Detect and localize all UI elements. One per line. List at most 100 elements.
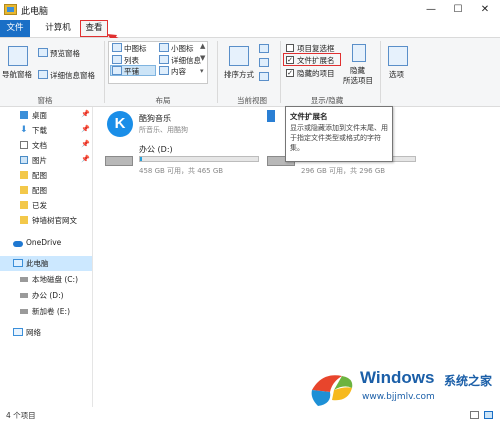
drive-d-free-space: 458 GB 可用，共 465 GB [139,167,224,175]
window-title: 此电脑 [21,7,49,17]
computer-icon [13,259,23,267]
nav-item-onedrive[interactable]: OneDrive [0,236,92,251]
pin-icon: 📌 [81,110,90,118]
minimize-button[interactable]: — [420,2,442,17]
layout-small-icons[interactable]: 小图标 [171,43,194,54]
content-icon [159,66,169,75]
size-columns-icon[interactable] [259,72,269,81]
cloud-icon [13,241,23,247]
sort-by-button[interactable]: 排序方式 [224,69,254,80]
nav-item-drive-c[interactable]: 本地磁盘 (C:) [0,272,92,287]
ribbon-separator [217,41,218,103]
layout-medium-icons[interactable]: 中图标 [124,43,147,54]
current-view-group-label: 当前视图 [237,96,267,105]
nav-item-folder[interactable]: 配图 [0,183,92,198]
nav-item-label: 网络 [26,328,41,337]
preview-pane-icon [38,48,48,57]
watermark-url: www.bjjmlv.com [362,392,435,402]
nav-item-label: 新加卷 (E:) [32,307,71,316]
details-icon [159,55,169,64]
file-extensions-tooltip: 文件扩展名 显示或隐藏添加到文件末尾、用于指定文件类型或格式的字符集。 [285,106,393,162]
drive-icon [20,293,28,298]
hide-selected-icon [352,44,366,62]
folder-icon [20,201,28,209]
pane-group-label: 窗格 [37,96,53,105]
item-checkboxes-checkbox[interactable] [286,44,294,52]
windows-drive-icon [267,110,275,122]
nav-pane-button[interactable]: 导航窗格 [2,69,32,80]
nav-item-folder[interactable]: 钟墙树官网文 [0,213,92,228]
app-description: 所音乐、用酷狗 [139,126,188,134]
layout-tiles[interactable]: 平铺 [124,66,139,77]
tab-file[interactable]: 文件 [0,20,30,37]
details-pane-button[interactable]: 详细信息窗格 [50,70,95,81]
drive-icon [20,277,28,282]
ribbon-separator [280,41,281,103]
preview-pane-button[interactable]: 预览窗格 [50,48,80,59]
nav-item-drive-d[interactable]: 办公 (D:) [0,288,92,303]
ribbon-tabs: 文件 计算机 查看 [0,20,500,38]
nav-item-documents[interactable]: 文档 📌 [0,138,92,153]
nav-item-this-pc[interactable]: 此电脑 [0,256,92,271]
watermark-subtitle: 系统之家 [444,374,493,388]
small-icons-icon [159,43,169,52]
drive-e-free-space: 296 GB 可用，共 296 GB [301,167,386,175]
windows-logo-icon [311,375,353,406]
maximize-button[interactable]: ☐ [447,2,469,17]
hidden-items-label: 隐藏的项目 [297,69,335,78]
gallery-scroll-down-icon[interactable]: ▼ [200,54,205,62]
kugou-logo-icon: K [107,111,133,137]
nav-item-pictures[interactable]: 图片 📌 [0,153,92,168]
options-button[interactable]: 选项 [389,69,404,80]
close-button[interactable]: ✕ [474,2,496,17]
folder-icon [20,216,28,224]
pin-icon: 📌 [81,125,90,133]
tooltip-title: 文件扩展名 [290,112,328,121]
nav-item-label: 文档 [32,141,47,150]
options-icon [388,46,408,66]
nav-item-network[interactable]: 网络 [0,325,92,340]
ribbon: 导航窗格 预览窗格 详细信息窗格 窗格 中图标 小图标 列表 详细信息 平铺 内… [0,38,500,107]
sort-by-icon [229,46,249,66]
nav-item-drive-e[interactable]: 新加卷 (E:) [0,304,92,319]
ribbon-separator [380,41,381,103]
drive-icon [105,156,133,166]
pin-icon: 📌 [81,155,90,163]
network-icon [13,328,23,336]
list-icon [112,55,122,64]
tiles-icon [112,66,122,75]
nav-item-label: 下载 [32,126,47,135]
details-pane-icon [38,70,48,79]
drive-d-usage-fill [140,157,142,161]
drive-icon [20,309,28,314]
layout-details[interactable]: 详细信息 [171,55,201,66]
folder-icon [20,186,28,194]
gallery-expand-icon[interactable]: ▾ [200,67,204,75]
tab-computer[interactable]: 计算机 [38,20,78,37]
nav-item-folder[interactable]: 配图 [0,168,92,183]
layout-list[interactable]: 列表 [124,55,139,66]
item-count: 4 个项目 [6,411,36,420]
nav-item-label: 配图 [32,171,47,180]
nav-item-folder[interactable]: 已发 [0,198,92,213]
nav-item-desktop[interactable]: 桌面 📌 [0,108,92,123]
gallery-scroll-up-icon[interactable]: ▲ [200,42,205,50]
nav-item-downloads[interactable]: ⬇ 下载 📌 [0,123,92,138]
add-columns-icon[interactable] [259,58,269,67]
drive-d-tile[interactable]: 办公 (D:) 458 GB 可用，共 465 GB [105,144,265,178]
file-extensions-checkbox[interactable]: ✓ [286,56,294,64]
title-bar: 此电脑 — ☐ ✕ [0,0,500,20]
folder-icon [20,171,28,179]
nav-item-label: 配图 [32,186,47,195]
tooltip-body: 显示或隐藏添加到文件末尾、用于指定文件类型或格式的字符集。 [290,124,388,152]
watermark-title: Windows [360,368,435,387]
layout-content[interactable]: 内容 [171,66,186,77]
group-by-icon[interactable] [259,44,269,53]
hidden-items-checkbox[interactable]: ✓ [286,69,294,77]
nav-item-label: 图片 [32,156,47,165]
medium-icons-icon [112,43,122,52]
app-tile[interactable]: K 酷狗音乐 所音乐、用酷狗 [105,110,265,138]
nav-item-label: 钟墙树官网文 [32,216,77,225]
nav-item-label: 本地磁盘 (C:) [32,275,78,284]
desktop-icon [20,111,28,119]
